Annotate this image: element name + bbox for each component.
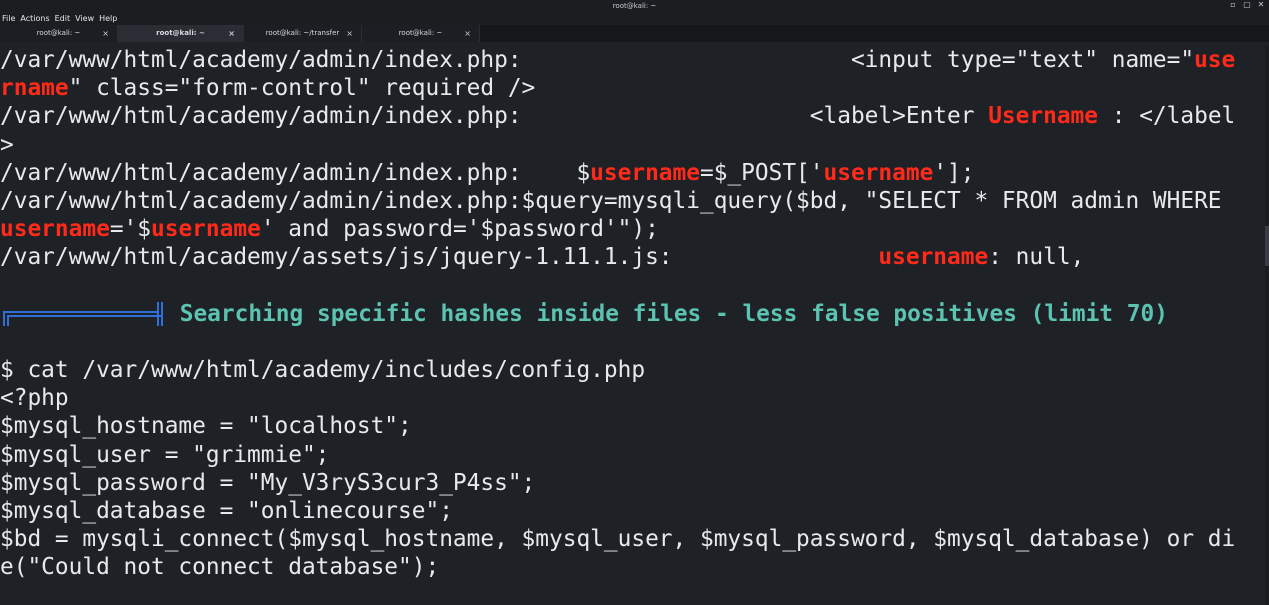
terminal-text: <?php <box>0 385 69 412</box>
terminal-text: $bd = mysqli_connect($mysql_hostname, $m… <box>0 526 1236 553</box>
terminal-text: $mysql_user = "grimmie"; <box>0 441 330 468</box>
terminal-text: /var/www/html/academy/assets/js/jquery-1… <box>0 244 879 271</box>
section-banner-icon <box>0 300 166 328</box>
terminal-line: > <box>0 131 1269 159</box>
minimize-icon[interactable]: ▫ <box>1229 1 1237 9</box>
tab-bar: root@kali: ~ × root@kali: ~ × root@kali:… <box>0 25 1269 42</box>
menu-actions[interactable]: Actions <box>18 14 52 23</box>
terminal-line: /var/www/html/academy/admin/index.php: <… <box>0 46 1269 74</box>
menu-file[interactable]: File <box>0 14 18 23</box>
terminal-line: /var/www/html/academy/admin/index.php: <… <box>0 102 1269 130</box>
tab-2[interactable]: root@kali: ~ × <box>118 25 244 42</box>
terminal-text: $mysql_hostname = "localhost"; <box>0 413 412 440</box>
search-match-highlight: username <box>823 159 934 186</box>
terminal-line: /var/www/html/academy/admin/index.php:$q… <box>0 187 1269 215</box>
tab-label: root@kali: ~/transfer <box>265 29 340 37</box>
tab-label: root@kali: ~ <box>36 29 81 37</box>
search-match-highlight: username <box>878 244 989 271</box>
tab-close-icon[interactable]: × <box>228 25 235 42</box>
tab-close-icon[interactable]: × <box>102 25 109 42</box>
search-match-highlight: rname <box>0 75 69 102</box>
menu-view[interactable]: View <box>73 14 97 23</box>
terminal-line: /var/www/html/academy/admin/index.php: $… <box>0 159 1269 187</box>
terminal-text: " class="form-control" required /> <box>68 75 536 102</box>
terminal-line: <?php <box>0 384 1269 412</box>
search-match-highlight: Username <box>988 103 1099 130</box>
tab-close-icon[interactable]: × <box>464 25 471 42</box>
terminal-line: rname" class="form-control" required /> <box>0 74 1269 102</box>
terminal-line: username='$username' and password='$pass… <box>0 215 1269 243</box>
terminal-line: e("Could not connect database"); <box>0 553 1269 581</box>
scrollbar-thumb[interactable] <box>1265 226 1269 266</box>
terminal-text: $ cat /var/www/html/academy/includes/con… <box>0 357 646 384</box>
tab-label: root@kali: ~ <box>398 29 443 37</box>
terminal-line: Searching specific hashes inside files -… <box>0 300 1269 328</box>
search-match-highlight: username <box>151 216 261 243</box>
search-match-highlight: username <box>0 216 110 243</box>
terminal-line: $mysql_user = "grimmie"; <box>0 441 1269 469</box>
terminal-line: $mysql_password = "My_V3ryS3cur3_P4ss"; <box>0 469 1269 497</box>
window-controls: ▫ ▢ ✕ <box>1229 1 1265 9</box>
tab-3[interactable]: root@kali: ~/transfer × <box>244 25 362 42</box>
section-heading: Searching specific hashes inside files -… <box>166 300 1168 327</box>
terminal-text: : </label <box>1098 103 1236 130</box>
close-icon[interactable]: ✕ <box>1257 1 1265 9</box>
window-titlebar: root@kali: ~ ▫ ▢ ✕ <box>0 0 1269 12</box>
terminal-text: /var/www/html/academy/admin/index.php: $ <box>0 159 591 186</box>
terminal-text: : null, <box>988 244 1085 271</box>
terminal-text: > <box>0 131 14 158</box>
tab-4[interactable]: root@kali: ~ × <box>362 25 480 42</box>
terminal-text: $mysql_database = "onlinecourse"; <box>0 498 453 524</box>
window-title: root@kali: ~ <box>612 2 657 10</box>
terminal-line: $ cat /var/www/html/academy/includes/con… <box>0 356 1269 384</box>
tab-close-icon[interactable]: × <box>346 25 353 42</box>
terminal-line: $mysql_database = "onlinecourse"; <box>0 497 1269 525</box>
terminal-text: ' and password='$password'"); <box>260 216 659 243</box>
maximize-icon[interactable]: ▢ <box>1243 1 1251 9</box>
terminal-text: =$_POST[' <box>699 159 824 186</box>
tab-1[interactable]: root@kali: ~ × <box>0 25 118 42</box>
terminal-text: e("Could not connect database"); <box>0 554 440 581</box>
search-match-highlight: username <box>590 159 700 186</box>
menu-bar: File Actions Edit View Help <box>0 12 1269 25</box>
terminal-text: /var/www/html/academy/admin/index.php: <… <box>0 103 989 130</box>
tab-label: root@kali: ~ <box>156 29 205 37</box>
terminal-text: /var/www/html/academy/admin/index.php:$q… <box>0 187 1236 214</box>
terminal-line: $mysql_hostname = "localhost"; <box>0 412 1269 440</box>
terminal-text: ']; <box>933 159 975 186</box>
terminal-output[interactable]: /var/www/html/academy/admin/index.php: <… <box>0 46 1269 605</box>
menu-help[interactable]: Help <box>97 14 120 23</box>
terminal-scrollbar[interactable] <box>1265 46 1269 605</box>
terminal-text: /var/www/html/academy/admin/index.php: <… <box>0 47 1195 73</box>
terminal-line: /var/www/html/academy/assets/js/jquery-1… <box>0 243 1269 271</box>
menu-edit[interactable]: Edit <box>53 14 74 23</box>
terminal-line: $bd = mysqli_connect($mysql_hostname, $m… <box>0 525 1269 553</box>
terminal-text: ='$ <box>109 216 151 243</box>
terminal-text: $mysql_password = "My_V3ryS3cur3_P4ss"; <box>0 469 536 496</box>
search-match-highlight: use <box>1194 47 1236 73</box>
